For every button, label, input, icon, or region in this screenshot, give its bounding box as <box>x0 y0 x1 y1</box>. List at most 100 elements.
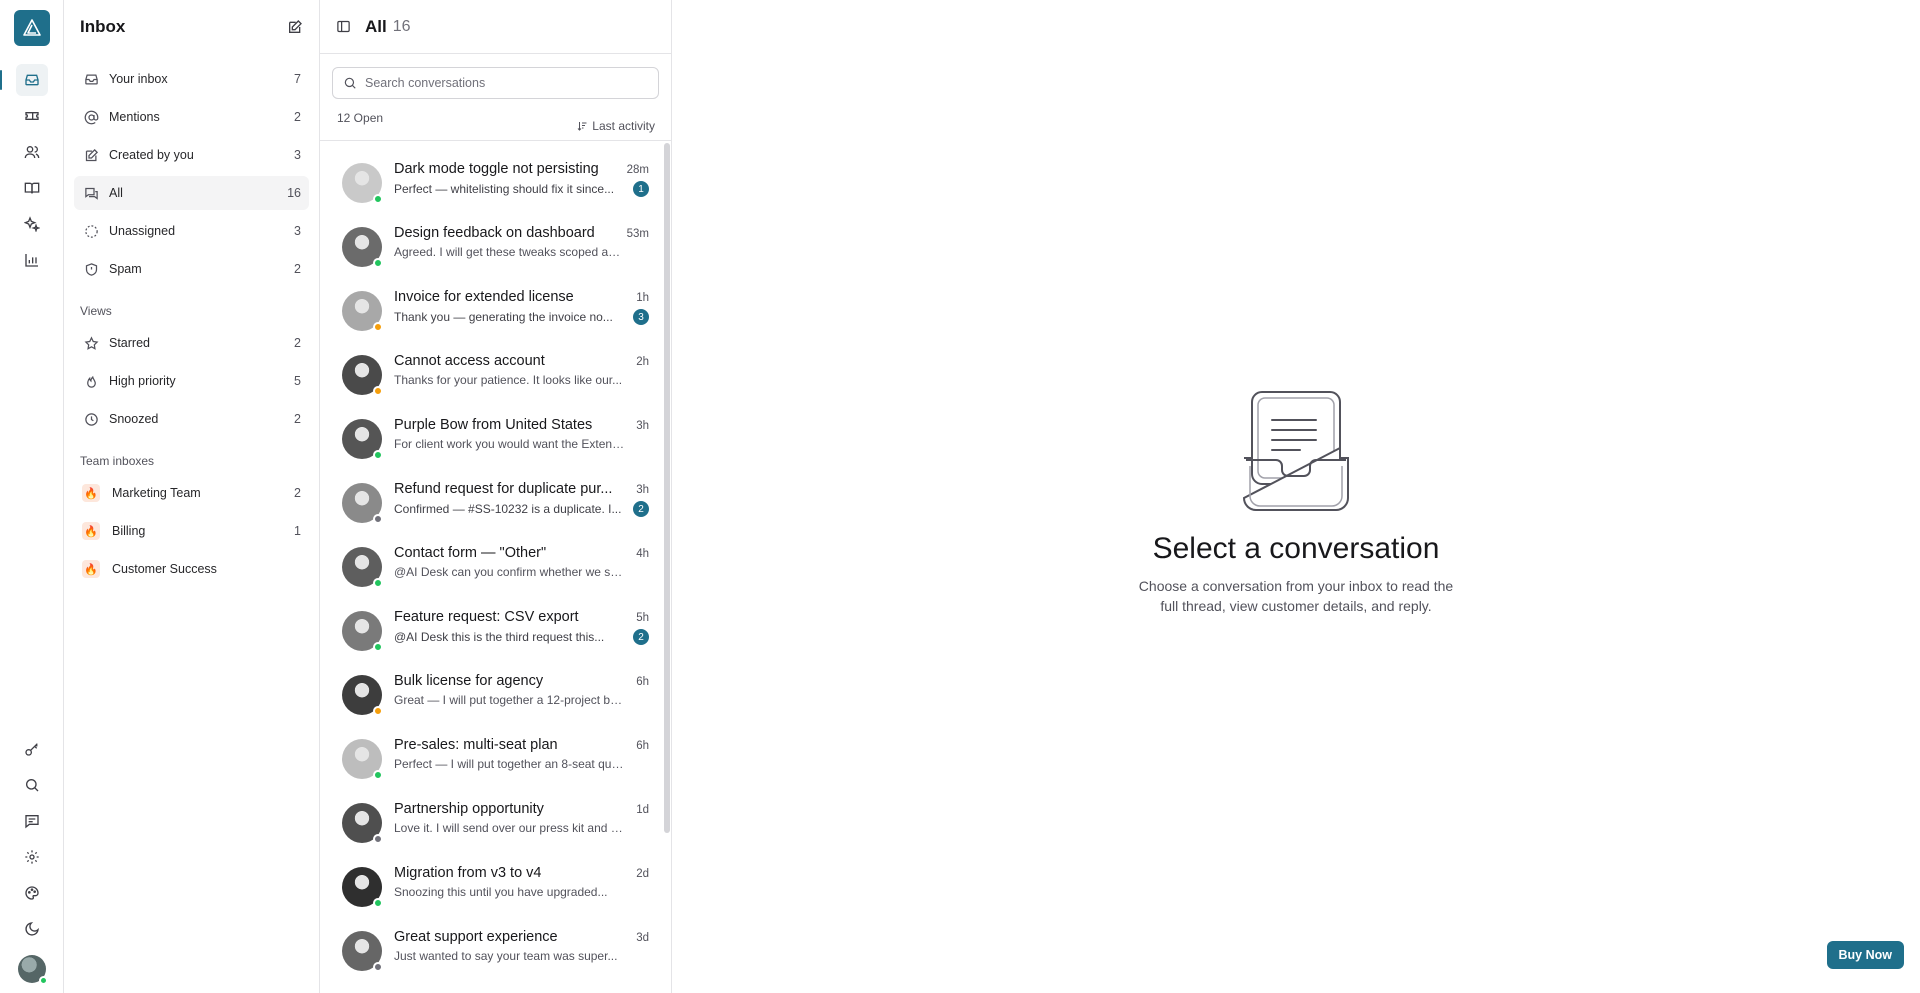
inbox-icon <box>84 74 98 84</box>
rail-messages[interactable] <box>16 805 48 837</box>
conversation-preview: @AI Desk this is the third request this.… <box>394 630 605 644</box>
sidebar-item-created-by-you[interactable]: Created by you 3 <box>74 138 309 172</box>
flame-icon <box>86 375 96 388</box>
sidebar-item-spam[interactable]: Spam 2 <box>74 252 309 286</box>
users-icon <box>24 146 39 159</box>
conversation-title: Design feedback on dashboard <box>394 225 595 241</box>
conversation-row[interactable]: Dark mode toggle not persisting 28m Perf… <box>320 141 671 205</box>
conversation-preview: Perfect — I will put together an 8-seat … <box>394 757 626 771</box>
list-meta-bar: 12 Open Last activity <box>320 99 671 141</box>
rail-automation[interactable] <box>16 208 48 240</box>
app-logo[interactable] <box>13 10 50 46</box>
presence-dot <box>373 194 383 204</box>
presence-dot <box>373 898 383 908</box>
presence-dot <box>373 642 383 652</box>
sidebar-item-label: Snoozed <box>109 412 159 426</box>
ticket-icon <box>24 112 39 120</box>
rail-search[interactable] <box>16 769 48 801</box>
conversation-title: Cannot access account <box>394 353 545 369</box>
sidebar-item-unassigned[interactable]: Unassigned 3 <box>74 214 309 248</box>
open-count-filter[interactable]: 12 Open <box>337 111 383 140</box>
sidebar-item-label: High priority <box>109 374 176 388</box>
conversation-row[interactable]: Partnership opportunity 1d Love it. I wi… <box>320 781 671 845</box>
conversation-time: 3h <box>636 420 649 432</box>
sidebar-item-customer-success[interactable]: 🔥 Customer Success <box>74 552 309 586</box>
list-scrollbar[interactable] <box>664 143 670 833</box>
rail-knowledge-base[interactable] <box>16 172 48 204</box>
presence-dot <box>373 386 383 396</box>
bar-chart-icon <box>24 254 38 267</box>
buy-now-button[interactable]: Buy Now <box>1826 941 1904 969</box>
conversation-title: Partnership opportunity <box>394 801 544 817</box>
empty-inbox-illustration <box>1242 391 1349 511</box>
conversation-preview: Snoozing this until you have upgraded... <box>394 885 608 899</box>
conversation-row[interactable]: Refund request for duplicate pur... 3h C… <box>320 461 671 525</box>
sidebar-item-high-priority[interactable]: High priority 5 <box>74 364 309 398</box>
compose-icon <box>289 20 302 33</box>
conversation-preview: Just wanted to say your team was super..… <box>394 949 618 963</box>
rail-appearance[interactable] <box>16 877 48 909</box>
conversation-title: Invoice for extended license <box>394 289 574 305</box>
rail-inbox[interactable] <box>0 64 48 96</box>
team-inboxes-heading: Team inboxes <box>80 454 155 468</box>
sidebar-item-billing[interactable]: 🔥 Billing 1 <box>74 514 309 548</box>
rail-contacts[interactable] <box>16 136 48 168</box>
conversation-time: 2d <box>636 868 649 880</box>
conversation-time: 4h <box>636 548 649 560</box>
sidebar-item-mentions[interactable]: Mentions 2 <box>74 100 309 134</box>
conversation-row[interactable]: Feature request: CSV export 5h @AI Desk … <box>320 589 671 653</box>
sidebar-item-snoozed[interactable]: Snoozed 2 <box>74 402 309 436</box>
conversation-time: 28m <box>626 164 649 176</box>
rail-api-keys[interactable] <box>16 733 48 765</box>
rail-theme-toggle[interactable] <box>16 913 48 945</box>
rail-settings[interactable] <box>16 841 48 873</box>
sidebar-item-your-inbox[interactable]: Your inbox 7 <box>74 62 309 96</box>
conversation-row[interactable]: Design feedback on dashboard 53m Agreed.… <box>320 205 671 269</box>
empty-state: Select a conversation Choose a conversat… <box>672 388 1920 616</box>
search-input[interactable] <box>365 76 625 90</box>
inbox-sidebar: Inbox Your inbox 7 Mentions 2 Created by… <box>64 0 320 993</box>
empty-state-title: Select a conversation <box>1152 532 1440 565</box>
conversation-row[interactable]: Invoice for extended license 1h Thank yo… <box>320 269 671 333</box>
sidebar-item-label: Created by you <box>109 148 194 162</box>
sidebar-primary-list: Your inbox 7 Mentions 2 Created by you 3… <box>74 62 309 286</box>
sidebar-teams-list: 🔥 Marketing Team 2 🔥 Billing 1 🔥 Custome… <box>74 476 309 586</box>
conversation-row[interactable]: Purple Bow from United States 3h For cli… <box>320 397 671 461</box>
sidebar-item-label: All <box>109 186 123 200</box>
sidebar-item-marketing-team[interactable]: 🔥 Marketing Team 2 <box>74 476 309 510</box>
sidebar-item-count: 3 <box>294 148 301 162</box>
conversation-title: Pre-sales: multi-seat plan <box>394 737 558 753</box>
conversation-row[interactable]: Bulk license for agency 6h Great — I wil… <box>320 653 671 717</box>
rail-tickets[interactable] <box>16 100 48 132</box>
sidebar-item-all[interactable]: All 16 <box>74 176 309 210</box>
presence-dot <box>373 770 383 780</box>
conversation-row[interactable]: Cannot access account 2h Thanks for your… <box>320 333 671 397</box>
sidebar-item-label: Spam <box>109 262 142 276</box>
sidebar-item-starred[interactable]: Starred 2 <box>74 326 309 360</box>
palette-icon <box>25 886 39 900</box>
compose-button[interactable] <box>287 19 303 35</box>
conversation-row[interactable]: Pre-sales: multi-seat plan 6h Perfect — … <box>320 717 671 781</box>
current-user-avatar[interactable] <box>18 955 48 985</box>
sidebar-views-list: Starred 2 High priority 5 Snoozed 2 <box>74 326 309 436</box>
rail-reports[interactable] <box>16 244 48 276</box>
presence-dot <box>373 322 383 332</box>
sidebar-header: Inbox <box>74 0 309 54</box>
presence-dot <box>373 834 383 844</box>
sidebar-toggle-icon <box>337 20 350 33</box>
unread-badge: 2 <box>633 501 649 517</box>
sidebar-item-count: 2 <box>294 486 301 500</box>
conversation-row[interactable]: Migration from v3 to v4 2d Snoozing this… <box>320 845 671 909</box>
presence-dot <box>373 578 383 588</box>
clock-icon <box>84 412 98 426</box>
toggle-sidebar-button[interactable] <box>336 19 351 34</box>
online-status-dot <box>39 976 48 985</box>
conversation-list-header: All 16 <box>320 0 671 54</box>
conversation-time: 5h <box>636 612 649 624</box>
key-icon <box>25 743 38 756</box>
app-root: Inbox Your inbox 7 Mentions 2 Created by… <box>0 0 1920 993</box>
conversation-row[interactable]: Contact form — "Other" 4h @AI Desk can y… <box>320 525 671 589</box>
presence-dot <box>373 514 383 524</box>
sort-button[interactable]: Last activity <box>576 111 655 140</box>
conversation-row[interactable]: Great support experience 3d Just wanted … <box>320 909 671 973</box>
